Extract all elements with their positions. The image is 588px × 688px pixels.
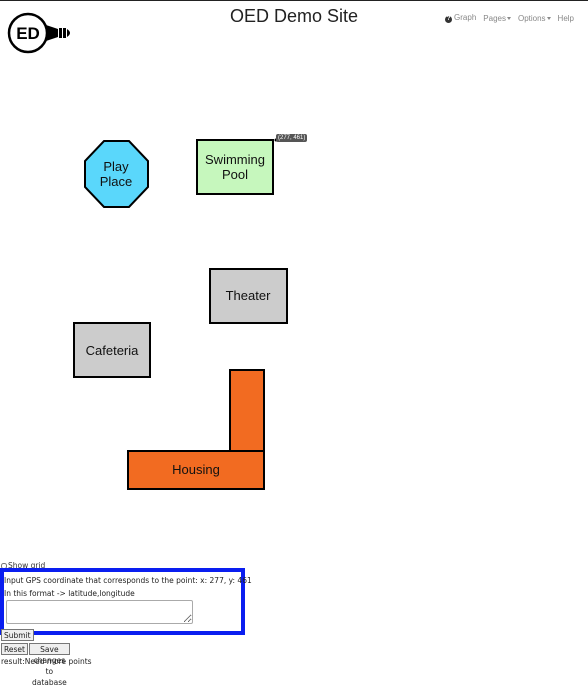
housing-label: Housing: [172, 462, 220, 477]
play-place-label-2: Place: [100, 174, 133, 189]
shape-theater[interactable]: Theater: [209, 268, 288, 324]
gps-coordinate-input[interactable]: [6, 600, 193, 624]
gps-format-hint: In this format -> latitude,longitude: [4, 589, 135, 598]
shape-cafeteria[interactable]: Cafeteria: [73, 322, 151, 378]
swimming-pool-label-1: Swimming: [205, 152, 265, 167]
cafeteria-label: Cafeteria: [86, 343, 140, 358]
shape-play-place[interactable]: Play Place: [84, 140, 149, 208]
play-place-label-1: Play: [103, 159, 129, 174]
shape-swimming-pool[interactable]: Swimming Pool: [196, 139, 274, 195]
result-text: result:Need more points: [1, 657, 92, 666]
submit-button[interactable]: Submit: [1, 629, 34, 641]
swimming-pool-label-2: Pool: [222, 167, 248, 182]
save-changes-button[interactable]: Save changes to database: [29, 643, 70, 687]
reset-button[interactable]: Reset: [1, 643, 28, 655]
map-canvas[interactable]: Play Place Swimming Pool Theater Cafeter…: [0, 0, 588, 560]
coordinate-tooltip: (277, 461): [276, 134, 308, 142]
shape-housing[interactable]: Housing: [127, 369, 265, 490]
theater-label: Theater: [226, 288, 271, 303]
gps-input-highlight: Input GPS coordinate that corresponds to…: [0, 568, 252, 635]
gps-prompt: Input GPS coordinate that corresponds to…: [4, 576, 252, 585]
